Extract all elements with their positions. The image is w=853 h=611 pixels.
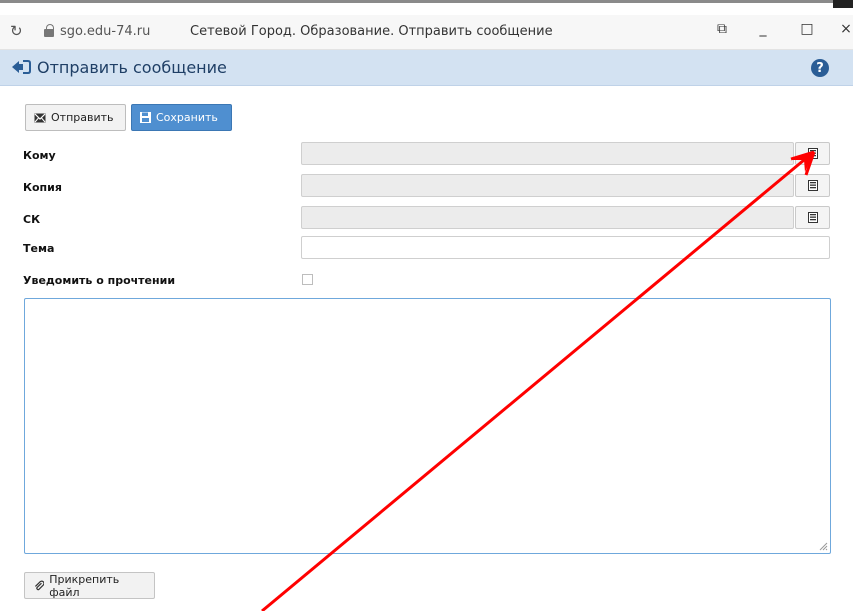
- cc-field[interactable]: [301, 174, 794, 197]
- top-strip: [0, 0, 853, 14]
- browser-page-title: Сетевой Город. Образование. Отправить со…: [190, 24, 553, 39]
- resize-grip-icon[interactable]: [818, 541, 828, 551]
- read-receipt-label: Уведомить о прочтении: [23, 274, 176, 287]
- back-arrow-icon[interactable]: [11, 59, 31, 79]
- floppy-disk-icon: [140, 112, 151, 123]
- send-button[interactable]: Отправить: [25, 104, 126, 131]
- page-title: Отправить сообщение: [37, 58, 227, 77]
- share-icon[interactable]: ⧉: [710, 21, 734, 37]
- maximize-icon[interactable]: □: [795, 21, 819, 37]
- send-button-label: Отправить: [51, 111, 114, 124]
- save-button-label: Сохранить: [156, 111, 218, 124]
- page-header: Отправить сообщение ?: [0, 50, 853, 86]
- close-icon[interactable]: ×: [834, 21, 853, 37]
- address-book-icon: [807, 180, 818, 191]
- reload-icon[interactable]: ↻: [10, 22, 23, 40]
- top-edge-line: [0, 0, 853, 3]
- to-field[interactable]: [301, 142, 794, 165]
- paperclip-icon: [34, 580, 45, 591]
- top-edge-dark: [833, 0, 853, 8]
- subject-label: Тема: [23, 242, 55, 255]
- address-book-icon: [807, 212, 818, 223]
- bcc-label: СК: [23, 213, 41, 226]
- address-book-button-to[interactable]: [795, 142, 830, 165]
- read-receipt-checkbox[interactable]: [302, 274, 313, 285]
- address-book-icon: [807, 148, 818, 159]
- to-label: Кому: [23, 149, 56, 162]
- message-body-textarea[interactable]: [24, 298, 831, 554]
- cc-label: Копия: [23, 181, 62, 194]
- bcc-field[interactable]: [301, 206, 794, 229]
- minimize-icon[interactable]: _: [751, 21, 775, 37]
- browser-title-bar: ↻ sgo.edu-74.ru Сетевой Город. Образован…: [0, 15, 853, 50]
- attach-file-button[interactable]: Прикрепить файл: [24, 572, 155, 599]
- attach-file-label: Прикрепить файл: [49, 572, 120, 599]
- subject-field[interactable]: [301, 236, 830, 259]
- lock-icon: [44, 24, 54, 37]
- help-icon[interactable]: ?: [811, 59, 829, 77]
- save-button[interactable]: Сохранить: [131, 104, 232, 131]
- envelope-icon: [34, 113, 46, 122]
- address-book-button-cc[interactable]: [795, 174, 830, 197]
- url-text[interactable]: sgo.edu-74.ru: [60, 24, 150, 39]
- address-book-button-bcc[interactable]: [795, 206, 830, 229]
